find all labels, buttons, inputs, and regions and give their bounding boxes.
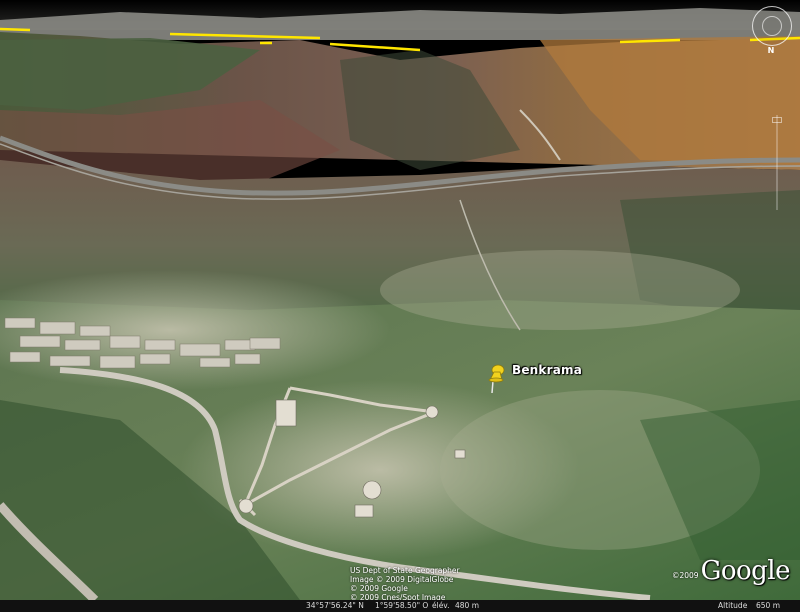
zoom-slider[interactable] <box>772 115 782 210</box>
map-viewport[interactable]: Benkrama N US Dept of State Geographer I… <box>0 0 800 612</box>
zoom-track[interactable] <box>776 115 778 210</box>
zoom-thumb[interactable] <box>772 117 782 123</box>
google-logo: ©2009 Google <box>671 556 791 586</box>
navigation-controls[interactable]: N <box>750 6 792 55</box>
longitude-readout: 1°59'58.50" O <box>375 601 429 610</box>
altitude-value: 650 m <box>756 601 781 610</box>
elevation-value: 480 m <box>455 601 480 610</box>
yellow-pushpin-icon[interactable] <box>486 364 508 394</box>
distant-ridge <box>0 8 800 40</box>
look-joystick-icon[interactable] <box>762 16 782 36</box>
placemark-benkrama[interactable]: Benkrama <box>486 363 582 394</box>
north-indicator[interactable]: N <box>750 46 792 55</box>
compass-ring[interactable] <box>752 6 792 46</box>
attribution-line: US Dept of State Geographer <box>350 566 460 575</box>
latitude-readout: 34°57'56.24" N <box>306 601 364 610</box>
pale-zone-mid <box>380 250 740 330</box>
status-bar: 34°57'56.24" N 1°59'58.50" O élév. 480 m… <box>0 600 800 612</box>
placemark-label[interactable]: Benkrama <box>512 363 582 377</box>
logo-text: Google <box>700 556 791 586</box>
satellite-terrain-view[interactable] <box>0 0 800 612</box>
attribution-line: Image © 2009 DigitalGlobe <box>350 575 454 584</box>
altitude-label: Altitude <box>718 601 748 610</box>
logo-copyright-year: ©2009 <box>671 571 699 580</box>
elevation-label: élév. <box>432 601 450 610</box>
imagery-attribution: US Dept of State Geographer Image © 2009… <box>350 566 460 602</box>
attribution-line: © 2009 Google <box>350 584 408 593</box>
